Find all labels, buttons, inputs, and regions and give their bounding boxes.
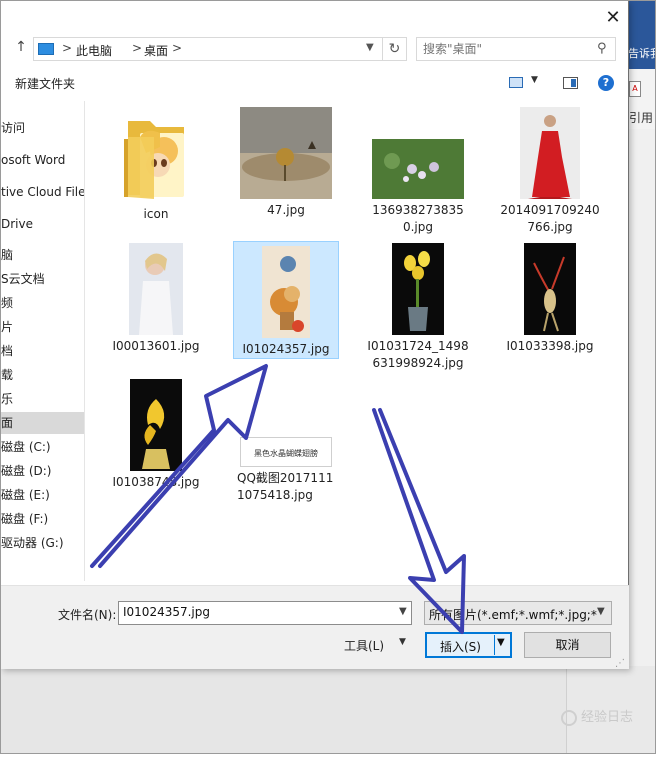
file-tile-icon-folder[interactable]: icon (103, 107, 209, 223)
file-tile-47[interactable]: 47.jpg (233, 107, 339, 219)
file-name: 2014091709240766.jpg (500, 203, 600, 234)
search-input[interactable] (423, 41, 583, 57)
sidebar-item-drive-f[interactable]: 磁盘 (F:) (1, 508, 84, 530)
chevron-down-icon[interactable]: ▼ (597, 606, 605, 617)
sidebar-item-onedrive[interactable]: Drive (1, 213, 84, 235)
split-divider (494, 635, 495, 655)
file-tile-2014091709240766[interactable]: 2014091709240766.jpg (497, 107, 603, 236)
file-tile-I00013601[interactable]: I00013601.jpg (103, 243, 209, 355)
sidebar-item-creative-cloud[interactable]: tive Cloud Files (1, 181, 84, 203)
file-type-value: 所有图片(*.emf;*.wmf;*.jpg;*.jpeg (429, 608, 597, 622)
chevron-down-icon[interactable]: ▼ (497, 637, 505, 648)
image-thumbnail (262, 246, 310, 338)
help-icon[interactable]: ? (598, 75, 614, 91)
filename-label: 文件名(N): (58, 608, 117, 622)
file-name: I01033398.jpg (506, 339, 594, 353)
search-icon[interactable]: ⚲ (597, 41, 607, 56)
new-folder-button[interactable]: 新建文件夹 (15, 75, 75, 92)
file-tile-qq-screenshot[interactable]: 黑色水晶蝴蝶翅膀 QQ截图20171111075418.jpg (233, 437, 339, 504)
file-name: 1369382738350.jpg (372, 203, 464, 234)
sidebar-item-drive-c[interactable]: 磁盘 (C:) (1, 436, 84, 458)
sidebar-item-this-pc[interactable]: 脑 (1, 244, 84, 266)
image-thumbnail (240, 107, 332, 199)
dialog-footer: 文件名(N): ▼ 所有图片(*.emf;*.wmf;*.jpg;*.jpeg … (1, 585, 629, 669)
chevron-down-icon[interactable]: ▼ (531, 75, 538, 85)
insert-button-label: 插入(S) (440, 640, 481, 654)
sidebar-item-desktop[interactable]: 面 (1, 412, 84, 434)
breadcrumb-desktop[interactable]: 桌面 (144, 42, 168, 59)
reference-icon[interactable]: A (629, 81, 641, 97)
address-bar[interactable]: > 此电脑 > 桌面 > ▼ (33, 37, 383, 61)
image-thumbnail (524, 243, 576, 335)
file-tile-I01038748[interactable]: I01038748.jpg (103, 379, 209, 491)
breadcrumb-separator[interactable]: > (62, 41, 72, 55)
file-list: icon 47.jpg 1369382738350.jpg 2014091709… (87, 101, 627, 581)
computer-icon (38, 43, 54, 55)
sidebar-item-word[interactable]: osoft Word (1, 149, 84, 171)
sidebar-item-pictures[interactable]: 片 (1, 316, 84, 338)
watermark-text: 经验日志 (581, 710, 634, 725)
image-thumbnail (129, 243, 183, 335)
file-name: I01038748.jpg (112, 475, 200, 489)
filename-input[interactable] (123, 605, 383, 619)
filename-field[interactable]: ▼ (118, 601, 412, 625)
sidebar-item-drive-g[interactable]: 驱动器 (G:) (1, 532, 84, 554)
sidebar-item-downloads[interactable]: 载 (1, 364, 84, 386)
ribbon-reference-label[interactable]: 引用 (629, 109, 655, 126)
insert-picture-dialog: ✕ ↑ > 此电脑 > 桌面 > ▼ ↻ ⚲ 新建文件夹 ▼ ? 访问 osof… (1, 1, 629, 669)
watermark-icon (561, 709, 577, 726)
close-button[interactable]: ✕ (601, 7, 625, 29)
file-tile-I01024357[interactable]: I01024357.jpg (233, 241, 339, 359)
file-tile-I01031724_1498631998924[interactable]: I01031724_1498631998924.jpg (365, 243, 471, 372)
tools-button[interactable]: 工具(L) (344, 637, 384, 654)
change-view-icon[interactable] (509, 77, 523, 88)
image-thumbnail (130, 379, 182, 471)
insert-button[interactable]: 插入(S) ▼ (425, 632, 512, 658)
file-name: icon (143, 207, 169, 221)
sidebar-item-drive-e[interactable]: 磁盘 (E:) (1, 484, 84, 506)
screenshot-frame: 告诉我你想 A 引用 经验日志 ✕ ↑ > 此电脑 > 桌面 > ▼ ↻ ⚲ 新… (0, 0, 656, 754)
sidebar-item-drive-d[interactable]: 磁盘 (D:) (1, 460, 84, 482)
breadcrumb-this-pc[interactable]: 此电脑 (76, 42, 112, 59)
resize-grip-icon[interactable]: ⋰ (615, 658, 625, 669)
chevron-down-icon[interactable]: ▼ (399, 637, 406, 647)
watermark: 经验日志 (561, 706, 633, 726)
refresh-button[interactable]: ↻ (383, 37, 407, 61)
chevron-down-icon[interactable]: ▼ (399, 606, 407, 617)
file-name: I01031724_1498631998924.jpg (367, 339, 469, 370)
folder-icon (124, 121, 184, 199)
chevron-down-icon[interactable]: ▼ (366, 42, 374, 53)
file-name: I00013601.jpg (112, 339, 200, 353)
file-tile-I01033398[interactable]: I01033398.jpg (497, 243, 603, 355)
image-thumbnail (372, 139, 464, 199)
file-name: QQ截图20171111075418.jpg (237, 471, 334, 502)
navigation-pane: 访问 osoft Word tive Cloud Files Drive 脑 S… (1, 101, 85, 581)
sidebar-item-documents[interactable]: 档 (1, 340, 84, 362)
breadcrumb-separator[interactable]: > (172, 41, 182, 55)
sidebar-item-music[interactable]: 乐 (1, 388, 84, 410)
image-thumbnail (520, 107, 580, 199)
sidebar-item-videos[interactable]: 频 (1, 292, 84, 314)
up-arrow-icon[interactable]: ↑ (14, 39, 28, 55)
cancel-button[interactable]: 取消 (524, 632, 611, 658)
image-thumbnail: 黑色水晶蝴蝶翅膀 (240, 437, 332, 467)
file-name: I01024357.jpg (242, 342, 330, 356)
word-document-area (1, 669, 566, 753)
preview-pane-icon[interactable] (563, 77, 578, 89)
tell-me-hint[interactable]: 告诉我你想 (628, 45, 655, 61)
breadcrumb-separator[interactable]: > (132, 41, 142, 55)
sidebar-item-quick-access[interactable]: 访问 (1, 117, 84, 139)
sidebar-item-wps-cloud[interactable]: S云文档 (1, 268, 84, 290)
file-tile-1369382738350[interactable]: 1369382738350.jpg (365, 139, 471, 236)
file-name: 47.jpg (267, 203, 305, 217)
search-box[interactable]: ⚲ (416, 37, 616, 61)
file-type-select[interactable]: 所有图片(*.emf;*.wmf;*.jpg;*.jpeg ▼ (424, 601, 612, 625)
image-thumbnail (392, 243, 444, 335)
thumbnail-caption: 黑色水晶蝴蝶翅膀 (254, 448, 318, 458)
